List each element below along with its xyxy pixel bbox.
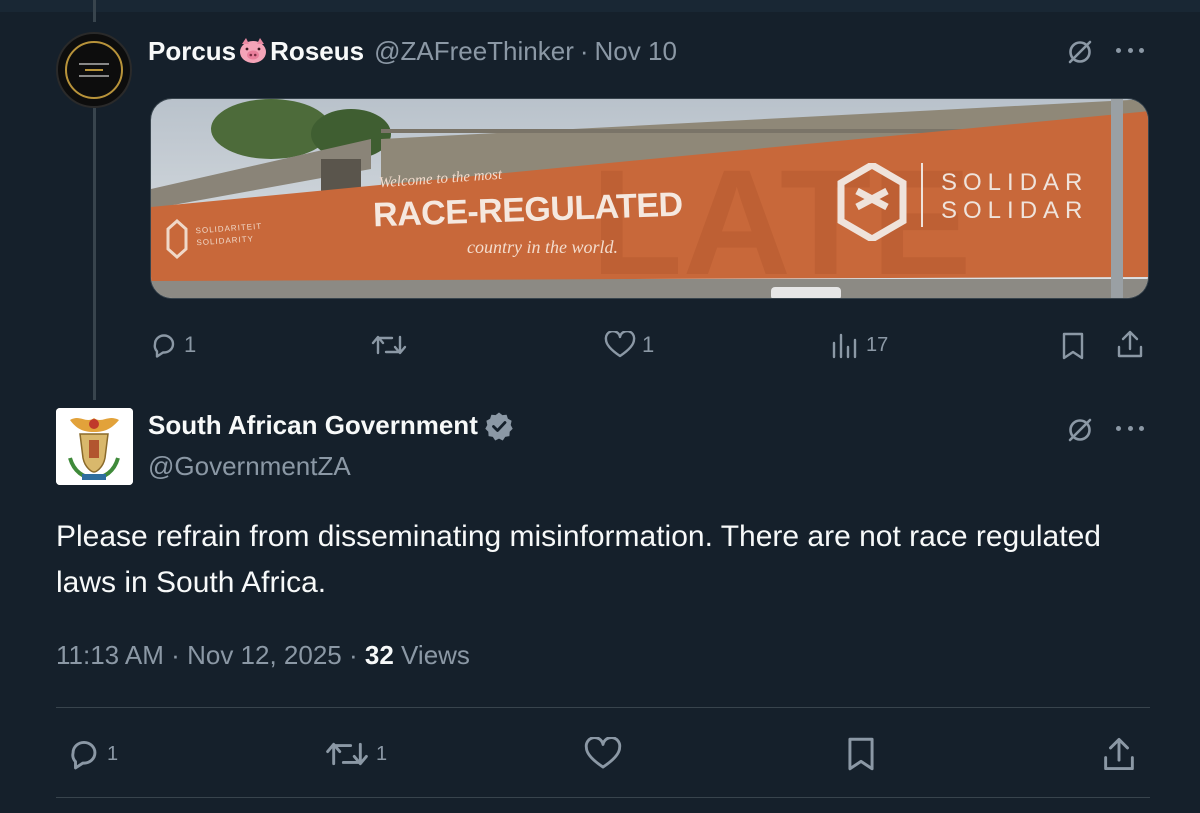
user-handle[interactable]: @ZAFreeThinker — [374, 36, 574, 67]
display-name[interactable]: South African Government — [148, 410, 478, 441]
brand-right-2: SOLIDAR — [941, 197, 1089, 224]
brand-right: SOLIDAR SOLIDAR — [941, 169, 1088, 225]
repost-count: 1 — [376, 742, 388, 765]
bookmark-button[interactable] — [845, 735, 877, 773]
separator: · — [579, 35, 589, 66]
tweet-image[interactable]: LATE Welcome to the most RACE-REGULATED … — [150, 98, 1149, 299]
share-button[interactable] — [1116, 329, 1144, 359]
repost-button[interactable] — [370, 331, 414, 359]
views-button[interactable]: 17 — [830, 331, 888, 359]
share-icon — [1117, 330, 1143, 358]
thread-line — [93, 108, 96, 400]
separator: · — [171, 640, 180, 670]
more-icon[interactable] — [1116, 426, 1144, 434]
thread-line — [93, 0, 96, 22]
bookmark-button[interactable] — [1060, 331, 1086, 361]
tweet-time[interactable]: 11:13 AM — [56, 640, 164, 670]
like-icon — [584, 737, 622, 769]
tweet-text: Please refrain from disseminating misinf… — [56, 520, 1101, 599]
divider — [56, 707, 1150, 708]
more-icon[interactable] — [1116, 48, 1144, 56]
reply-count: 1 — [107, 742, 119, 765]
grok-icon[interactable] — [1065, 37, 1095, 67]
views-label: Views — [401, 640, 470, 670]
banner-divider — [921, 163, 923, 227]
solidarity-small-logo-icon — [166, 219, 188, 259]
reply-count: 1 — [184, 332, 197, 357]
avatar[interactable] — [56, 32, 132, 108]
views-count: 17 — [866, 333, 889, 356]
views-count: 32 — [364, 640, 394, 670]
grok-icon[interactable] — [1065, 415, 1095, 445]
like-button[interactable] — [584, 737, 628, 771]
like-icon — [604, 331, 636, 358]
verified-badge-icon[interactable] — [484, 411, 514, 441]
bookmark-icon — [1062, 332, 1084, 360]
share-icon — [1104, 737, 1134, 771]
reply-icon — [71, 741, 97, 770]
tweet-date[interactable]: Nov 12, 2025 — [187, 640, 342, 670]
tweet-date[interactable]: Nov 10 — [595, 36, 677, 67]
reply-button[interactable]: 1 — [150, 331, 196, 359]
repost-button[interactable]: 1 — [324, 737, 387, 771]
share-button[interactable] — [1102, 735, 1136, 773]
tweet-header: South African Government — [148, 410, 514, 441]
user-handle[interactable]: @GovernmentZA — [148, 451, 351, 482]
like-count: 1 — [642, 332, 655, 357]
display-name[interactable]: Roseus — [270, 36, 364, 67]
reply-button[interactable]: 1 — [67, 737, 118, 771]
banner-line3: country in the world. — [467, 237, 618, 257]
bookmark-icon — [848, 737, 874, 771]
top-bar — [0, 0, 1200, 12]
reply-icon — [153, 334, 175, 358]
repost-icon — [326, 742, 368, 766]
brand-left: SOLIDARITEIT SOLIDARITY — [195, 221, 263, 250]
repost-icon — [371, 335, 407, 355]
avatar-logo — [65, 41, 123, 99]
avatar[interactable] — [56, 408, 133, 485]
separator: · — [348, 640, 358, 670]
views-icon — [832, 333, 857, 359]
tweet-header: Porcus Roseus @ZAFreeThinker · Nov 10 — [148, 34, 677, 68]
divider — [56, 797, 1150, 798]
pig-face-emoji — [240, 38, 267, 63]
like-button[interactable]: 1 — [604, 331, 654, 359]
solidarity-logo-icon — [837, 163, 907, 241]
brand-right-1: SOLIDAR — [941, 169, 1089, 196]
tweet-metadata: 11:13 AM · Nov 12, 2025 · 32 Views — [56, 640, 470, 671]
coat-of-arms-logo — [56, 408, 133, 485]
display-name[interactable]: Porcus — [148, 36, 236, 67]
